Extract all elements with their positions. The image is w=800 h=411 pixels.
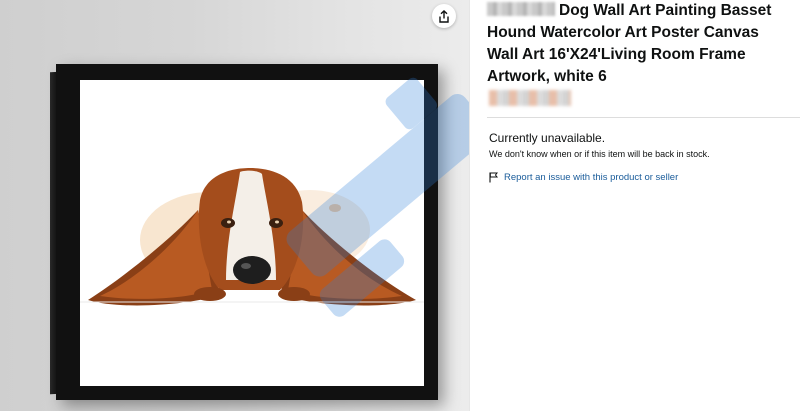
report-issue-label: Report an issue with this product or sel… [504, 172, 679, 183]
report-issue-link[interactable]: Report an issue with this product or sel… [489, 172, 678, 183]
product-title: Dog Wall Art Painting Basset Hound Water… [487, 0, 792, 88]
product-image [80, 80, 424, 386]
product-image-pane[interactable] [0, 0, 470, 411]
section-divider [487, 117, 800, 118]
brand-name-redacted [487, 2, 555, 16]
availability-status: Currently unavailable. [489, 131, 606, 145]
share-button[interactable] [432, 4, 456, 28]
share-icon [439, 9, 449, 23]
basset-hound-illustration [80, 168, 424, 306]
product-page: Dog Wall Art Painting Basset Hound Water… [0, 0, 800, 411]
product-details: Dog Wall Art Painting Basset Hound Water… [470, 0, 800, 411]
availability-note: We don't know when or if this item will … [489, 149, 710, 159]
rating-redacted [489, 90, 571, 106]
flag-icon [489, 172, 498, 183]
